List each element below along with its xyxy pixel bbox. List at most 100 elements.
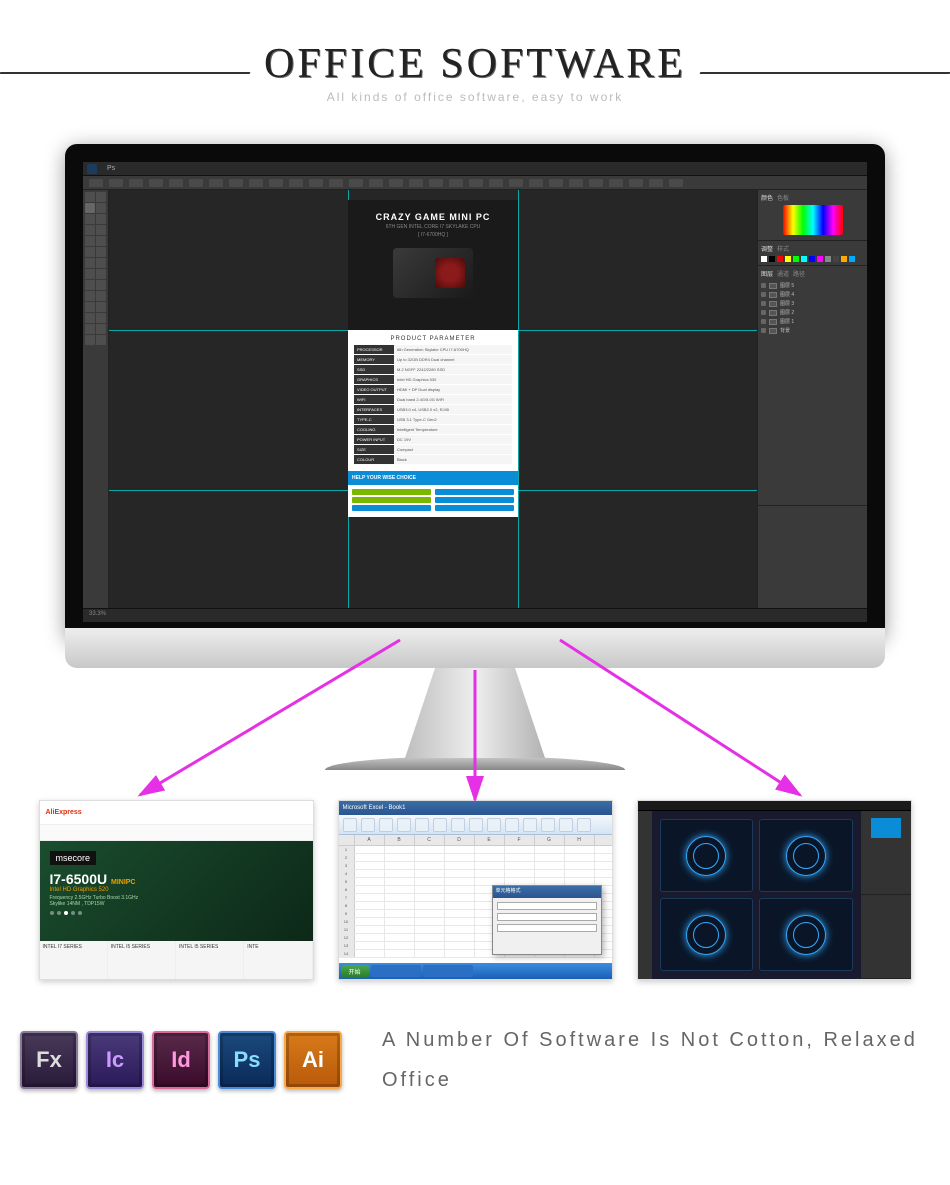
swatch-icon[interactable] [777, 256, 783, 262]
row-number[interactable]: 11 [339, 926, 355, 933]
layers-tab[interactable]: 图层 [761, 269, 773, 278]
excel-toolbar[interactable] [339, 815, 612, 835]
ps-option-button[interactable] [669, 179, 683, 187]
ps-canvas[interactable]: CRAZY GAME MINI PC 6TH GEN INTEL CORE I7… [109, 190, 757, 608]
ps-tool-icon[interactable] [85, 280, 95, 290]
ps-tool-icon[interactable] [96, 247, 106, 257]
toolbar-button-icon[interactable] [343, 818, 357, 832]
layer-row[interactable]: 背景 [761, 326, 864, 335]
ps-tool-icon[interactable] [85, 324, 95, 334]
visibility-icon[interactable] [761, 301, 766, 306]
toolbar-button-icon[interactable] [559, 818, 573, 832]
paths-tab[interactable]: 路径 [793, 269, 805, 278]
toolbar-button-icon[interactable] [361, 818, 375, 832]
ps-tool-icon[interactable] [85, 258, 95, 268]
row-number[interactable]: 2 [339, 854, 355, 861]
swatch-icon[interactable] [793, 256, 799, 262]
table-row[interactable]: 4 [339, 870, 612, 878]
ps-tool-icon[interactable] [96, 291, 106, 301]
column-header[interactable]: E [475, 835, 505, 845]
toolbar-button-icon[interactable] [397, 818, 411, 832]
excel-grid[interactable]: ABCDEFGH 1234567891011121314 单元格格式 [339, 835, 612, 955]
ai-menubar[interactable] [638, 801, 911, 811]
ps-tool-icon[interactable] [96, 203, 106, 213]
layer-row[interactable]: 图层 5 [761, 281, 864, 290]
row-number[interactable]: 9 [339, 910, 355, 917]
ps-option-button[interactable] [129, 179, 143, 187]
ps-tool-icon[interactable] [96, 302, 106, 312]
visibility-icon[interactable] [761, 319, 766, 324]
ps-tool-icon[interactable] [96, 192, 106, 202]
visibility-icon[interactable] [761, 283, 766, 288]
layer-row[interactable]: 图层 4 [761, 290, 864, 299]
table-row[interactable]: 1 [339, 846, 612, 854]
layer-row[interactable]: 图层 1 [761, 317, 864, 326]
ps-tool-icon[interactable] [96, 269, 106, 279]
color-panel[interactable]: 颜色色板 [758, 190, 867, 241]
visibility-icon[interactable] [761, 328, 766, 333]
ai-canvas[interactable] [652, 811, 861, 979]
ps-tool-icon[interactable] [85, 236, 95, 246]
ps-option-button[interactable] [489, 179, 503, 187]
toolbar-button-icon[interactable] [433, 818, 447, 832]
column-header[interactable]: D [445, 835, 475, 845]
taskbar-item[interactable] [423, 965, 473, 977]
swatch-icon[interactable] [761, 256, 767, 262]
ps-tool-icon[interactable] [96, 214, 106, 224]
ps-tool-icon[interactable] [85, 192, 95, 202]
row-number[interactable]: 3 [339, 862, 355, 869]
toolbar-button-icon[interactable] [577, 818, 591, 832]
row-number[interactable]: 14 [339, 950, 355, 957]
column-header[interactable]: H [565, 835, 595, 845]
taskbar[interactable]: 开始 [339, 963, 612, 979]
format-dialog[interactable]: 单元格格式 [492, 885, 602, 955]
ps-tool-icon[interactable] [85, 269, 95, 279]
ps-option-button[interactable] [469, 179, 483, 187]
ps-option-button[interactable] [529, 179, 543, 187]
column-header[interactable]: F [505, 835, 535, 845]
ps-tool-icon[interactable] [85, 214, 95, 224]
ps-tool-icon[interactable] [85, 313, 95, 323]
ps-option-button[interactable] [629, 179, 643, 187]
swatch-icon[interactable] [785, 256, 791, 262]
row-number[interactable]: 7 [339, 894, 355, 901]
start-button[interactable]: 开始 [341, 965, 369, 978]
ps-tool-icon[interactable] [85, 291, 95, 301]
ps-option-button[interactable] [369, 179, 383, 187]
visibility-icon[interactable] [761, 292, 766, 297]
swatch-icon[interactable] [849, 256, 855, 262]
swatch-icon[interactable] [817, 256, 823, 262]
ps-tool-icon[interactable] [85, 302, 95, 312]
ps-option-button[interactable] [409, 179, 423, 187]
ps-option-button[interactable] [329, 179, 343, 187]
swatch-icon[interactable] [833, 256, 839, 262]
taskbar-item[interactable] [371, 965, 421, 977]
ai-panels[interactable] [861, 811, 911, 979]
ps-option-button[interactable] [549, 179, 563, 187]
column-header[interactable]: C [415, 835, 445, 845]
ps-option-button[interactable] [289, 179, 303, 187]
layer-row[interactable]: 图层 2 [761, 308, 864, 317]
ps-option-button[interactable] [609, 179, 623, 187]
row-number[interactable]: 4 [339, 870, 355, 877]
swatches-tab[interactable]: 色板 [777, 193, 789, 202]
row-number[interactable]: 5 [339, 878, 355, 885]
ps-options-bar[interactable] [83, 176, 867, 190]
ps-option-button[interactable] [89, 179, 103, 187]
product-card[interactable]: INTEL I7 SERIES [40, 941, 108, 980]
layer-row[interactable]: 图层 3 [761, 299, 864, 308]
table-row[interactable]: 3 [339, 862, 612, 870]
adjust-tab[interactable]: 调整 [761, 244, 773, 253]
product-card[interactable]: INTEL I5 SERIES [108, 941, 176, 980]
swatch-icon[interactable] [769, 256, 775, 262]
toolbar-button-icon[interactable] [415, 818, 429, 832]
row-number[interactable]: 10 [339, 918, 355, 925]
swatch-icon[interactable] [809, 256, 815, 262]
ps-option-button[interactable] [449, 179, 463, 187]
ai-toolbox[interactable] [638, 811, 652, 979]
channels-tab[interactable]: 通道 [777, 269, 789, 278]
carousel-dots[interactable] [50, 911, 303, 915]
swatch-icon[interactable] [841, 256, 847, 262]
ps-tool-icon[interactable] [85, 335, 95, 345]
color-picker[interactable] [783, 205, 843, 235]
